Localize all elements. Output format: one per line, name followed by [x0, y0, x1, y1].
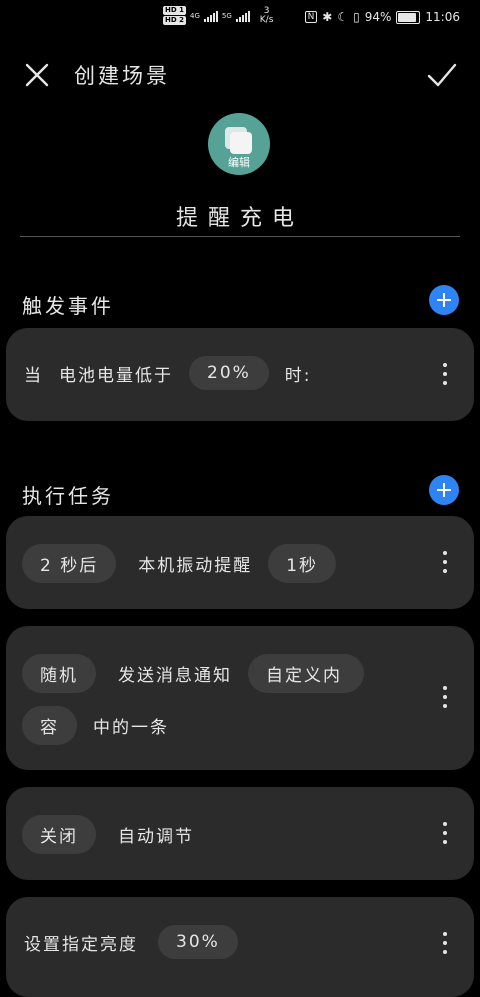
bluetooth-icon: ✱	[322, 10, 333, 24]
task-value-pill[interactable]: 30%	[158, 925, 238, 959]
scene-icon-edit-button[interactable]: 编辑	[208, 113, 270, 175]
close-icon[interactable]	[24, 62, 50, 88]
add-task-button[interactable]	[429, 475, 459, 505]
task-suffix: 中的一条	[93, 718, 169, 738]
speed-unit: K/s	[259, 14, 274, 25]
divider	[20, 236, 460, 237]
more-options-icon[interactable]	[442, 932, 448, 956]
trigger-suffix: 时:	[284, 365, 312, 386]
more-options-icon[interactable]	[442, 822, 448, 846]
hd2-badge: HD 2	[163, 16, 186, 25]
edit-label: 编辑	[228, 156, 250, 169]
more-options-icon[interactable]	[442, 551, 448, 575]
task-action: 自动调节	[118, 827, 194, 847]
task-delay-pill[interactable]: 2 秒后	[22, 544, 117, 583]
status-bar: HD 1 HD 2 4G 5G 3 K/s N ✱ ☾ ▯ 94% 11:06	[0, 0, 480, 38]
vibrate-icon: ▯	[353, 10, 360, 24]
network-indicators: HD 1 HD 2 4G 5G 3 K/s	[163, 6, 273, 25]
task-card[interactable]: 设置指定亮度 30%	[6, 897, 474, 997]
task-action: 设置指定亮度	[24, 934, 138, 955]
signal-icon	[235, 10, 250, 22]
signal-icon	[203, 10, 218, 22]
battery-percent: 94%	[364, 10, 392, 24]
task-card[interactable]: 随机 发送消息通知 自定义内 容 中的一条	[6, 626, 474, 770]
trigger-condition: 电池电量低于	[59, 365, 173, 386]
scene-name-field[interactable]: 提醒充电	[20, 200, 460, 232]
network-type-1: 4G	[189, 11, 200, 20]
trigger-card[interactable]: 当 电池电量低于 20% 时:	[6, 328, 474, 421]
task-action: 本机振动提醒	[138, 556, 253, 576]
network-speed: 3 K/s	[259, 6, 274, 25]
trigger-section-title: 触发事件	[22, 294, 114, 318]
moon-icon: ☾	[337, 10, 349, 24]
task-card[interactable]: 关闭 自动调节	[6, 787, 474, 880]
task-card[interactable]: 2 秒后 本机振动提醒 1秒	[6, 516, 474, 609]
battery-icon	[396, 10, 421, 24]
task-action: 发送消息通知	[118, 666, 232, 686]
task-content-pill-cont[interactable]: 容	[22, 706, 77, 745]
hd1-badge: HD 1	[163, 6, 186, 15]
system-indicators: N ✱ ☾ ▯ 94% 11:06	[304, 10, 460, 24]
network-type-2: 5G	[221, 11, 232, 20]
scene-icon-front	[230, 132, 252, 154]
trigger-prefix: 当	[24, 365, 43, 386]
confirm-check-icon[interactable]	[426, 60, 458, 90]
add-trigger-button[interactable]	[429, 285, 459, 315]
page-title: 创建场景	[74, 64, 170, 88]
task-duration-pill[interactable]: 1秒	[268, 544, 337, 583]
more-options-icon[interactable]	[442, 363, 448, 387]
nfc-icon: N	[304, 11, 318, 23]
task-content-pill[interactable]: 自定义内	[248, 654, 364, 693]
more-options-icon[interactable]	[442, 686, 448, 710]
clock: 11:06	[425, 10, 460, 24]
tasks-section-title: 执行任务	[22, 484, 114, 508]
task-state-pill[interactable]: 关闭	[22, 815, 96, 854]
trigger-value-pill[interactable]: 20%	[189, 356, 269, 390]
header-bar: 创建场景	[0, 58, 480, 92]
task-mode-pill[interactable]: 随机	[22, 654, 96, 693]
